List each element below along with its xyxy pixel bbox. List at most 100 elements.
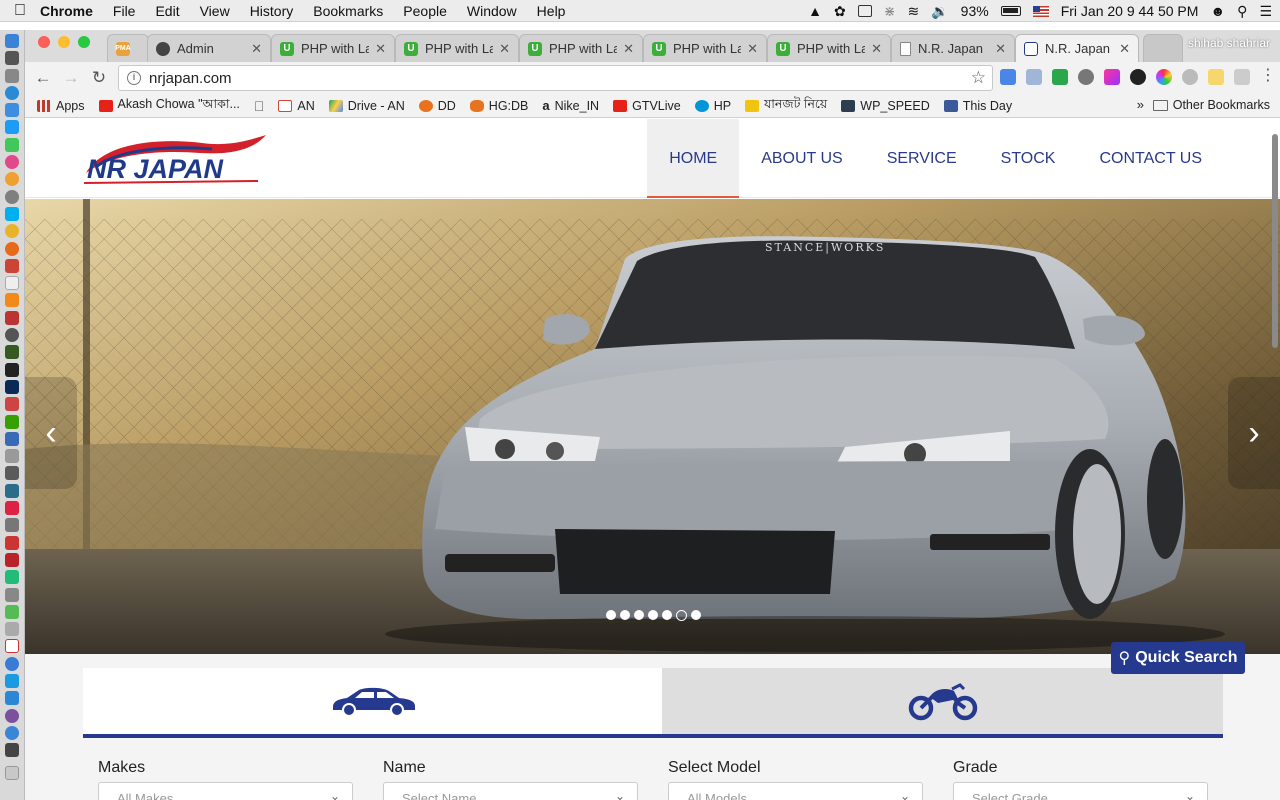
url-text[interactable]: nrjapan.com bbox=[149, 70, 232, 87]
carousel-dot-active[interactable] bbox=[676, 610, 687, 621]
browser-tab[interactable]: U PHP with La ✕ bbox=[643, 34, 767, 62]
app-icon[interactable] bbox=[5, 725, 19, 740]
extension-icon[interactable] bbox=[1234, 69, 1250, 85]
launchpad-icon[interactable] bbox=[5, 68, 19, 83]
user-icon[interactable]: ☻ bbox=[1210, 3, 1225, 19]
app-icon[interactable] bbox=[5, 743, 19, 758]
app-icon[interactable] bbox=[5, 501, 19, 516]
menubar-app-name[interactable]: Chrome bbox=[40, 3, 93, 19]
paw-status-icon[interactable]: ✿ bbox=[834, 3, 846, 20]
tab-car[interactable] bbox=[83, 668, 662, 734]
wifi-icon[interactable]: ≋ bbox=[907, 3, 919, 20]
bookmark-item[interactable]: AN bbox=[278, 99, 315, 113]
drive-status-icon[interactable]: ▲ bbox=[808, 3, 822, 19]
app-icon[interactable] bbox=[5, 518, 19, 533]
app-icon[interactable] bbox=[5, 258, 19, 273]
app-icon[interactable] bbox=[5, 673, 19, 688]
filezilla-icon[interactable] bbox=[5, 552, 19, 567]
carousel-dot[interactable] bbox=[606, 610, 616, 620]
bookmark-item[interactable]: Akash Chowa "আকা... bbox=[98, 96, 240, 116]
calendar-icon[interactable] bbox=[5, 639, 19, 654]
bookmark-item[interactable]: WP_SPEED bbox=[841, 99, 930, 113]
app-icon[interactable] bbox=[5, 310, 19, 325]
clock-text[interactable]: Fri Jan 20 9 44 50 PM bbox=[1061, 3, 1199, 19]
bookmark-item[interactable]: যানজট নিয়ে bbox=[745, 96, 827, 116]
makes-select[interactable]: All Makes ⌄ bbox=[98, 782, 353, 800]
notification-center-icon[interactable]: ☰ bbox=[1259, 3, 1272, 20]
nr-japan-logo[interactable]: NR JAPAN bbox=[82, 133, 268, 187]
close-tab-icon[interactable]: ✕ bbox=[251, 41, 262, 57]
app-icon[interactable] bbox=[5, 570, 19, 585]
browser-tab[interactable]: U PHP with La ✕ bbox=[271, 34, 395, 62]
carousel-dot[interactable] bbox=[648, 610, 658, 620]
battery-percent[interactable]: 93% bbox=[961, 3, 989, 19]
vlc-icon[interactable] bbox=[5, 293, 19, 308]
bookmark-star-icon[interactable]: ☆ bbox=[971, 68, 986, 88]
browser-tab[interactable]: U PHP with La ✕ bbox=[519, 34, 643, 62]
browser-tab[interactable]: Admin ✕ bbox=[147, 34, 271, 62]
firefox-icon[interactable] bbox=[5, 241, 19, 256]
terminal-icon[interactable] bbox=[5, 362, 19, 377]
messages-icon[interactable] bbox=[5, 137, 19, 152]
carousel-dot[interactable] bbox=[620, 610, 630, 620]
menu-window[interactable]: Window bbox=[467, 3, 517, 19]
translate-extension-icon[interactable] bbox=[1000, 69, 1016, 85]
photos-icon[interactable] bbox=[5, 172, 19, 187]
app-icon[interactable] bbox=[5, 535, 19, 550]
settings-icon[interactable] bbox=[5, 189, 19, 204]
bookmark-item[interactable]: GTVLive bbox=[613, 99, 681, 113]
nav-home[interactable]: HOME bbox=[647, 119, 740, 198]
battery-icon[interactable] bbox=[1000, 6, 1021, 16]
other-bookmarks[interactable]: Other Bookmarks bbox=[1152, 98, 1270, 112]
browser-tab[interactable]: PMA bbox=[107, 34, 149, 62]
info-icon[interactable]: i bbox=[127, 71, 141, 85]
back-arrow-icon[interactable]: ← bbox=[29, 68, 57, 88]
close-tab-icon[interactable]: ✕ bbox=[871, 41, 882, 57]
viber-icon[interactable] bbox=[5, 708, 19, 723]
page-scrollbar[interactable] bbox=[1272, 134, 1278, 348]
bookmark-item[interactable]: DD bbox=[418, 99, 456, 113]
apple-menu-icon[interactable]:  bbox=[0, 2, 40, 20]
carousel-prev-button[interactable]: ‹ bbox=[25, 377, 77, 489]
close-tab-icon[interactable]: ✕ bbox=[747, 41, 758, 57]
extension-icon[interactable] bbox=[1208, 69, 1224, 85]
app-icon[interactable] bbox=[5, 604, 19, 619]
color-extension-icon[interactable] bbox=[1104, 69, 1120, 85]
nav-service[interactable]: SERVICE bbox=[865, 119, 979, 198]
menu-help[interactable]: Help bbox=[537, 3, 566, 19]
github-desktop-icon[interactable] bbox=[5, 328, 19, 343]
browser-tab[interactable]: U PHP with La ✕ bbox=[767, 34, 891, 62]
extension-icon[interactable] bbox=[1182, 69, 1198, 85]
upwork-icon[interactable] bbox=[5, 414, 19, 429]
carousel-dot[interactable] bbox=[691, 610, 701, 620]
address-bar[interactable]: i nrjapan.com ☆ bbox=[118, 65, 993, 91]
grade-select[interactable]: Select Grade ⌄ bbox=[953, 782, 1208, 800]
textedit-icon[interactable] bbox=[5, 276, 19, 291]
forward-arrow-icon[interactable]: → bbox=[57, 68, 85, 88]
close-tab-icon[interactable]: ✕ bbox=[623, 41, 634, 57]
photoshop-icon[interactable] bbox=[5, 379, 19, 394]
carousel-dot[interactable] bbox=[634, 610, 644, 620]
bookmark-item[interactable]: This Day bbox=[943, 99, 1012, 113]
app-icon[interactable] bbox=[5, 51, 19, 66]
browser-tab-active[interactable]: N.R. Japan - ✕ bbox=[1015, 34, 1139, 62]
app-icon[interactable] bbox=[5, 397, 19, 412]
menu-dots-icon[interactable]: ⋮ bbox=[1260, 68, 1276, 85]
finder-icon[interactable] bbox=[5, 34, 19, 48]
flag-icon[interactable] bbox=[1032, 5, 1049, 17]
app-icon[interactable] bbox=[5, 466, 19, 481]
app-icon[interactable] bbox=[5, 622, 19, 637]
chevron-double-right-icon[interactable]: » bbox=[1137, 97, 1144, 112]
bookmark-item[interactable]:  bbox=[254, 98, 265, 114]
quick-search-button[interactable]: ⚲ Quick Search bbox=[1111, 642, 1245, 674]
itunes-icon[interactable] bbox=[5, 155, 19, 170]
wordpress-icon[interactable] bbox=[1078, 69, 1094, 85]
bluetooth-icon[interactable]: ⋇ bbox=[884, 3, 896, 20]
tab-motorcycle[interactable] bbox=[662, 668, 1223, 734]
close-tab-icon[interactable]: ✕ bbox=[499, 41, 510, 57]
volume-icon[interactable]: 🔉 bbox=[931, 3, 948, 20]
app-icon[interactable] bbox=[5, 587, 19, 602]
trash-icon[interactable] bbox=[5, 766, 19, 781]
close-tab-icon[interactable]: ✕ bbox=[995, 41, 1006, 57]
menu-view[interactable]: View bbox=[200, 3, 230, 19]
